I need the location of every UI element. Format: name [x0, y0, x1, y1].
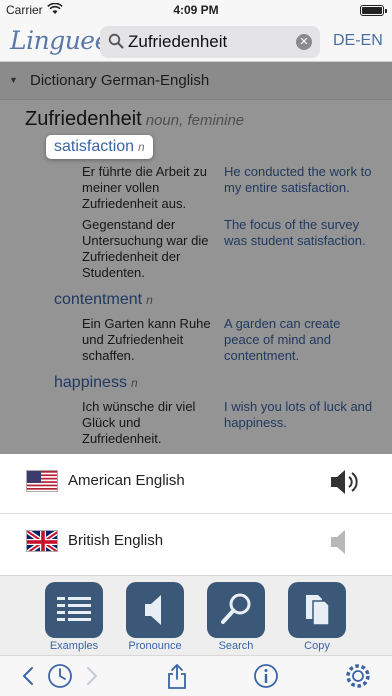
list-icon [57, 597, 91, 621]
info-icon[interactable] [253, 662, 279, 690]
search-label: Search [218, 640, 254, 652]
pronounce-option-label: British English [68, 532, 164, 549]
status-bar: Carrier 4:09 PM [0, 0, 392, 22]
pronounce-label: Pronounce [128, 640, 182, 652]
dim-overlay[interactable] [0, 62, 392, 454]
search-icon [108, 33, 124, 49]
clock: 4:09 PM [173, 3, 219, 17]
language-pair-button[interactable]: DE-EN [333, 32, 383, 50]
speaker-muted-icon[interactable] [328, 527, 360, 557]
examples-label: Examples [49, 640, 99, 652]
sense-term: satisfaction [54, 138, 135, 155]
top-bar: Linguee ✕ DE-EN [0, 22, 392, 62]
copy-button[interactable] [288, 582, 346, 638]
examples-button[interactable] [45, 582, 103, 638]
us-flag-icon [26, 470, 58, 492]
copy-icon [306, 595, 330, 626]
search-tool[interactable]: Search [207, 582, 265, 652]
pronounce-option-label: American English [68, 472, 185, 489]
pronounce-sheet: American English British English [0, 454, 392, 575]
sense-grammar: n [138, 140, 145, 154]
magnifier-icon [221, 593, 251, 624]
forward-chevron-icon[interactable] [84, 662, 100, 690]
pronounce-option-british[interactable]: British English [0, 514, 392, 574]
examples-tool[interactable]: Examples [45, 582, 103, 652]
sense-satisfaction[interactable]: satisfaction n [46, 135, 153, 159]
copy-tool[interactable]: Copy [288, 582, 346, 652]
back-chevron-icon[interactable] [20, 662, 36, 690]
pronounce-option-american[interactable]: American English [0, 454, 392, 514]
uk-flag-icon [26, 530, 58, 552]
copy-label: Copy [304, 640, 330, 652]
share-icon[interactable] [165, 662, 189, 690]
settings-gear-icon[interactable] [344, 662, 372, 690]
pronounce-button[interactable] [126, 582, 184, 638]
history-clock-icon[interactable] [46, 662, 74, 690]
pronounce-tool[interactable]: Pronounce [126, 582, 184, 652]
dictionary-content[interactable]: ▼ Dictionary German-English Zufriedenhei… [0, 62, 392, 454]
action-toolbar: Examples Pronounce Search Copy [0, 575, 392, 655]
bottom-navigation [0, 655, 392, 696]
search-box[interactable]: ✕ [100, 26, 320, 58]
search-input[interactable] [128, 30, 288, 54]
search-button[interactable] [207, 582, 265, 638]
clear-search-icon[interactable]: ✕ [296, 34, 312, 50]
linguee-logo[interactable]: Linguee [10, 26, 109, 55]
speaker-active-icon[interactable] [328, 467, 360, 497]
battery-icon [360, 5, 387, 16]
speaker-icon [145, 595, 161, 625]
